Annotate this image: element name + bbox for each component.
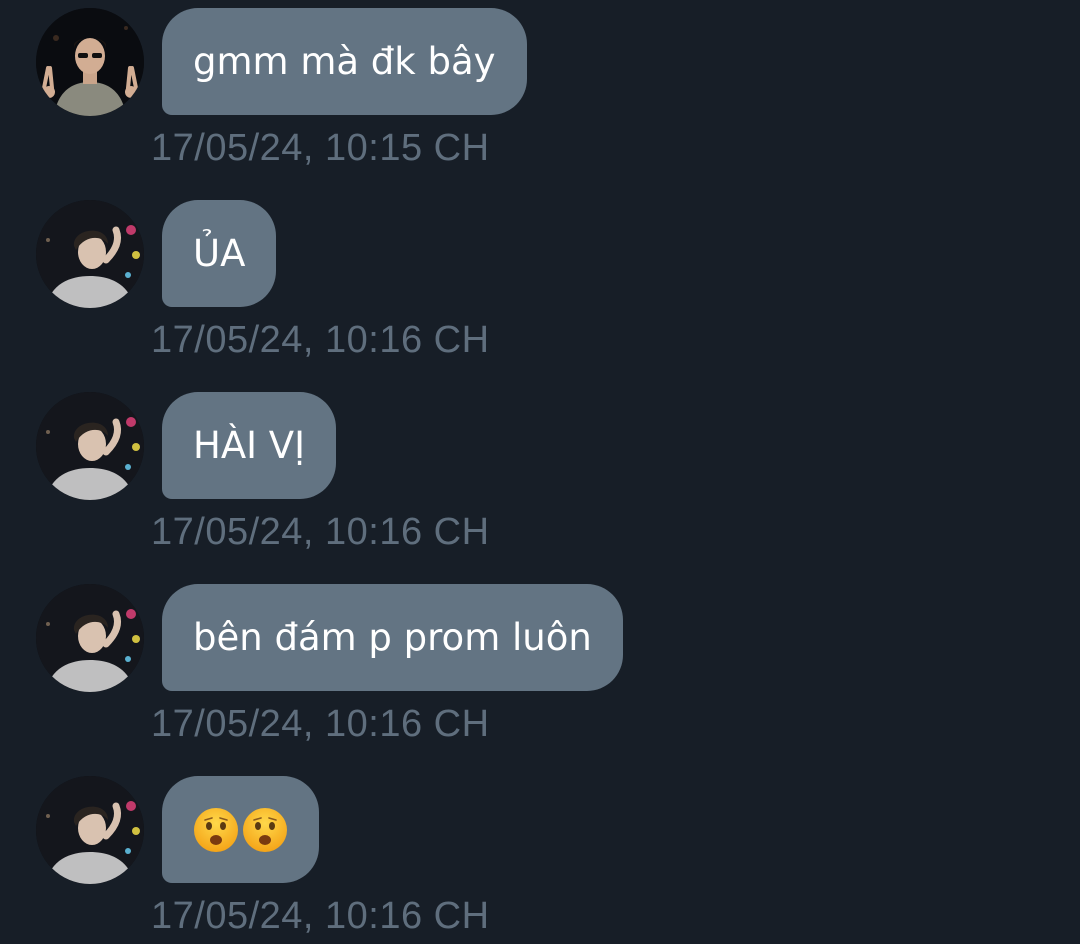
- avatar-user-b-image: [36, 200, 144, 308]
- message-timestamp: 17/05/24, 10:16 CH: [151, 703, 490, 745]
- frowning-open-mouth-emoji-icon: [193, 807, 239, 853]
- avatar-user-b-image: [36, 392, 144, 500]
- avatar[interactable]: [36, 392, 144, 500]
- message-item: ỦA 17/05/24, 10:16 CH: [0, 192, 1080, 384]
- message-text: gmm mà đk bây: [193, 40, 496, 83]
- message-bubble[interactable]: gmm mà đk bây: [162, 8, 527, 115]
- message-timestamp: 17/05/24, 10:16 CH: [151, 511, 490, 553]
- message-item: bên đám p prom luôn 17/05/24, 10:16 CH: [0, 576, 1080, 768]
- message-text: ỦA: [193, 232, 246, 275]
- message-thread[interactable]: gmm mà đk bây 17/05/24, 10:15 CH ỦA 17/0…: [0, 0, 1080, 944]
- message-text: bên đám p prom luôn: [193, 616, 592, 659]
- avatar[interactable]: [36, 584, 144, 692]
- message-bubble[interactable]: ỦA: [162, 200, 277, 307]
- avatar[interactable]: [36, 200, 144, 308]
- avatar-user-b-image: [36, 584, 144, 692]
- message-item: HÀI VỊ 17/05/24, 10:16 CH: [0, 384, 1080, 576]
- message-item: gmm mà đk bây 17/05/24, 10:15 CH: [0, 0, 1080, 192]
- emoji-group: [193, 807, 288, 853]
- frowning-open-mouth-emoji-icon: [242, 807, 288, 853]
- avatar-user-a-image: [36, 8, 144, 116]
- message-bubble[interactable]: [162, 776, 319, 883]
- message-bubble[interactable]: bên đám p prom luôn: [162, 584, 623, 691]
- message-timestamp: 17/05/24, 10:16 CH: [151, 319, 490, 361]
- avatar[interactable]: [36, 776, 144, 884]
- message-item: 17/05/24, 10:16 CH: [0, 768, 1080, 944]
- message-bubble[interactable]: HÀI VỊ: [162, 392, 337, 499]
- message-timestamp: 17/05/24, 10:15 CH: [151, 127, 490, 169]
- message-timestamp: 17/05/24, 10:16 CH: [151, 895, 490, 937]
- avatar[interactable]: [36, 8, 144, 116]
- message-text: HÀI VỊ: [193, 424, 306, 467]
- avatar-user-b-image: [36, 776, 144, 884]
